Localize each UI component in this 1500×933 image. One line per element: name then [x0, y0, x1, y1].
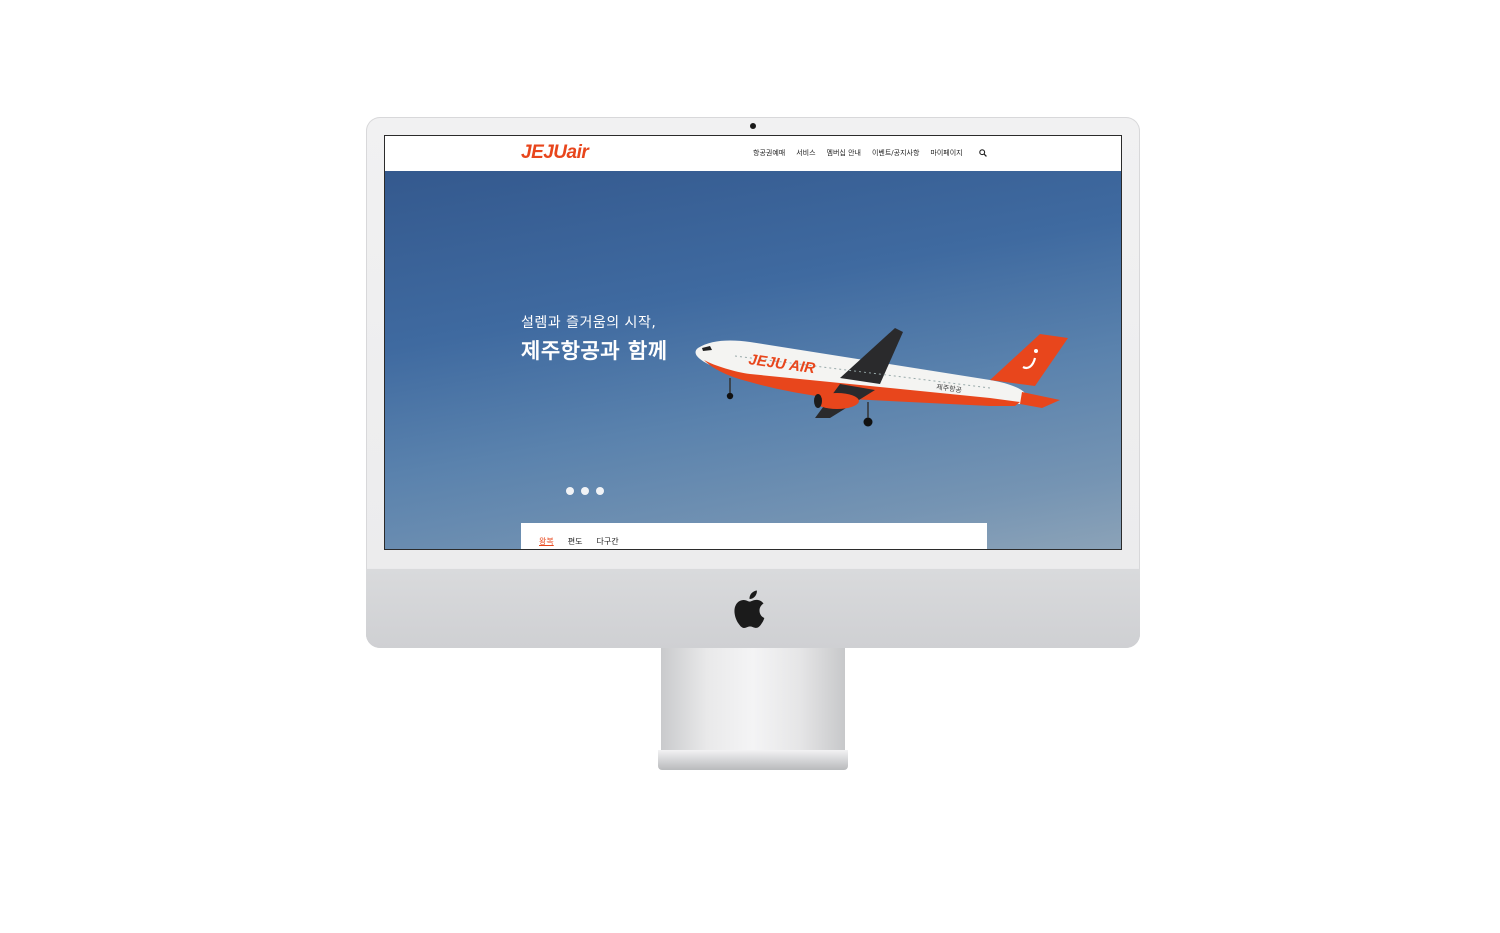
nav-item-membership[interactable]: 멤버십 안내: [827, 148, 861, 158]
trip-type-tabs: 왕복 편도 다구간: [539, 536, 619, 547]
camera-icon: [750, 123, 756, 129]
jejuair-logo[interactable]: JEJUair: [521, 142, 589, 164]
nav-item-events[interactable]: 이벤트/공지사항: [872, 148, 919, 158]
main-nav: 항공권예매 서비스 멤버십 안내 이벤트/공지사항 마이페이지: [753, 148, 963, 158]
nav-item-service[interactable]: 서비스: [796, 148, 815, 158]
booking-panel: 왕복 편도 다구간: [521, 523, 987, 549]
imac-stand: [661, 648, 845, 752]
hero-title: 제주항공과 함께: [521, 339, 668, 363]
tab-multi-city[interactable]: 다구간: [596, 536, 618, 547]
carousel-dot-2[interactable]: [581, 487, 589, 495]
tab-round-trip[interactable]: 왕복: [539, 536, 554, 547]
site-header: JEJUair 항공권예매 서비스 멤버십 안내 이벤트/공지사항 마이페이지: [385, 136, 1121, 171]
nav-item-booking[interactable]: 항공권예매: [753, 148, 785, 158]
screen: JEJUair 항공권예매 서비스 멤버십 안내 이벤트/공지사항 마이페이지 …: [384, 135, 1122, 550]
tab-one-way[interactable]: 편도: [568, 536, 583, 547]
nav-item-mypage[interactable]: 마이페이지: [930, 148, 962, 158]
carousel-dot-3[interactable]: [596, 487, 604, 495]
apple-icon: [734, 590, 765, 629]
search-icon[interactable]: [979, 149, 987, 157]
airplane-image: JEJU AIR 제주항공: [695, 328, 1068, 427]
hero-subtitle: 설렘과 즐거움의 시작,: [521, 315, 657, 331]
imac-stand-foot: [658, 750, 848, 770]
carousel-dot-1[interactable]: [566, 487, 574, 495]
hero-banner: 설렘과 즐거움의 시작, 제주항공과 함께 JEJU AIR 제주항공 왕복 편…: [385, 171, 1121, 549]
carousel-dots: [566, 487, 604, 495]
